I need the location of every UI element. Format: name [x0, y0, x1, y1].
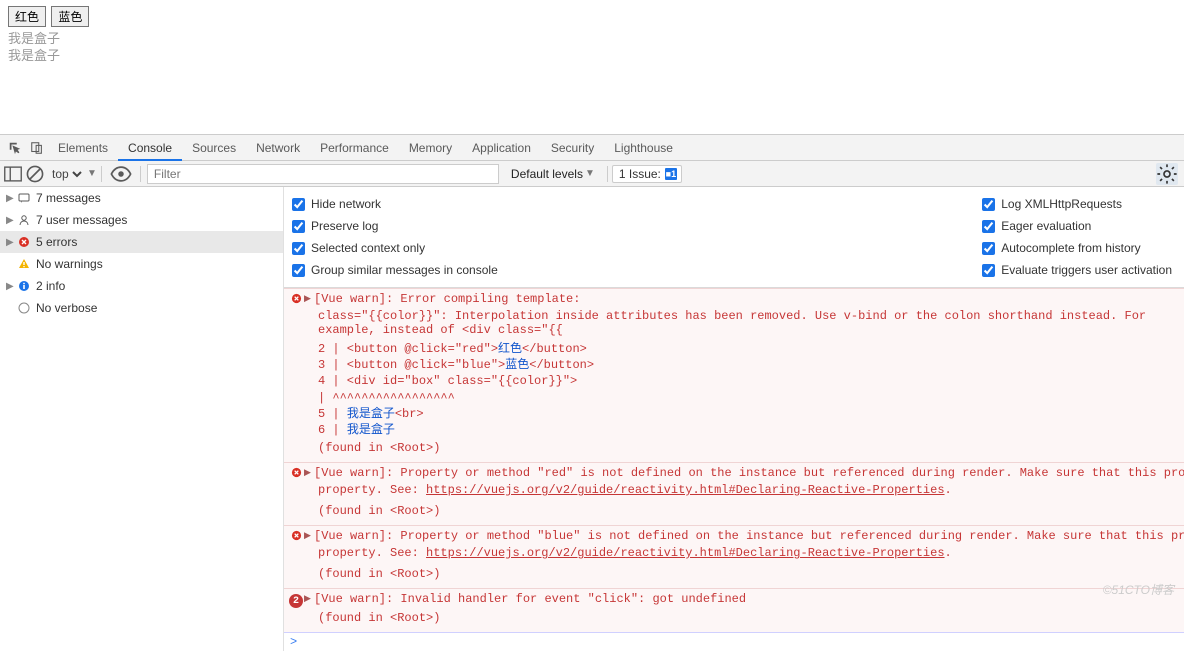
- settings-icon[interactable]: [1156, 163, 1178, 185]
- console-prompt[interactable]: >: [284, 632, 1184, 651]
- error-message[interactable]: ▶[Vue warn]: Error compiling template: c…: [284, 288, 1184, 462]
- tab-network[interactable]: Network: [246, 135, 310, 161]
- tab-application[interactable]: Application: [462, 135, 541, 161]
- warning-icon: [16, 258, 32, 270]
- tab-lighthouse[interactable]: Lighthouse: [604, 135, 683, 161]
- error-message[interactable]: ▶[Vue warn]: Property or method "blue" i…: [284, 525, 1184, 588]
- sidebar-item-messages[interactable]: ▶7 messages: [0, 187, 283, 209]
- watermark: ©51CTO博客: [1103, 581, 1174, 598]
- info-icon: [16, 280, 32, 292]
- clear-console-icon[interactable]: [24, 163, 46, 185]
- filter-input[interactable]: [147, 164, 499, 184]
- opt-selected-context[interactable]: Selected context only: [292, 237, 498, 259]
- opt-log-xhr[interactable]: Log XMLHttpRequests: [982, 193, 1172, 215]
- user-icon: [16, 214, 32, 226]
- message-sidebar: ▶7 messages ▶7 user messages ▶5 errors N…: [0, 187, 284, 651]
- box-text: 我是盒子 我是盒子: [8, 31, 1176, 65]
- devtools-tabbar: Elements Console Sources Network Perform…: [0, 135, 1184, 161]
- blue-button[interactable]: 蓝色: [51, 6, 89, 27]
- sidebar-item-verbose[interactable]: No verbose: [0, 297, 283, 319]
- error-icon: [288, 530, 304, 541]
- opt-eager-eval[interactable]: Eager evaluation: [982, 215, 1172, 237]
- tab-elements[interactable]: Elements: [48, 135, 118, 161]
- message-icon: [16, 192, 32, 204]
- issues-button[interactable]: 1 Issue:■ 1: [612, 165, 682, 183]
- log-levels[interactable]: Default levels▼: [511, 167, 595, 181]
- console-output: ▶[Vue warn]: Error compiling template: c…: [284, 288, 1184, 651]
- tab-sources[interactable]: Sources: [182, 135, 246, 161]
- sidebar-item-info[interactable]: ▶2 info: [0, 275, 283, 297]
- doc-link[interactable]: https://vuejs.org/v2/guide/reactivity.ht…: [426, 483, 944, 497]
- console-settings: Hide network Preserve log Selected conte…: [284, 187, 1184, 288]
- verbose-icon: [16, 302, 32, 314]
- opt-preserve-log[interactable]: Preserve log: [292, 215, 498, 237]
- opt-eval-activation[interactable]: Evaluate triggers user activation: [982, 259, 1172, 281]
- toggle-sidebar-icon[interactable]: [2, 163, 24, 185]
- console-toolbar: top ▼ Default levels▼ 1 Issue:■ 1: [0, 161, 1184, 187]
- error-message[interactable]: 2▶[Vue warn]: Invalid handler for event …: [284, 588, 1184, 632]
- error-icon: [288, 293, 304, 304]
- tab-security[interactable]: Security: [541, 135, 604, 161]
- opt-hide-network[interactable]: Hide network: [292, 193, 498, 215]
- opt-group-similar[interactable]: Group similar messages in console: [292, 259, 498, 281]
- live-expression-icon[interactable]: [110, 163, 132, 185]
- sidebar-item-user-messages[interactable]: ▶7 user messages: [0, 209, 283, 231]
- tab-memory[interactable]: Memory: [399, 135, 462, 161]
- opt-autocomplete-history[interactable]: Autocomplete from history: [982, 237, 1172, 259]
- error-icon: [16, 236, 32, 248]
- error-message[interactable]: ▶[Vue warn]: Property or method "red" is…: [284, 462, 1184, 525]
- context-select[interactable]: top: [48, 166, 85, 182]
- error-icon: [288, 467, 304, 478]
- tab-console[interactable]: Console: [118, 135, 182, 161]
- inspect-icon[interactable]: [4, 135, 26, 161]
- tab-performance[interactable]: Performance: [310, 135, 399, 161]
- red-button[interactable]: 红色: [8, 6, 46, 27]
- demo-page-area: 红色 蓝色 我是盒子 我是盒子: [0, 0, 1184, 134]
- doc-link[interactable]: https://vuejs.org/v2/guide/reactivity.ht…: [426, 546, 944, 560]
- sidebar-item-errors[interactable]: ▶5 errors: [0, 231, 283, 253]
- sidebar-item-warnings[interactable]: No warnings: [0, 253, 283, 275]
- devtools-panel: Elements Console Sources Network Perform…: [0, 134, 1184, 651]
- device-toggle-icon[interactable]: [26, 135, 48, 161]
